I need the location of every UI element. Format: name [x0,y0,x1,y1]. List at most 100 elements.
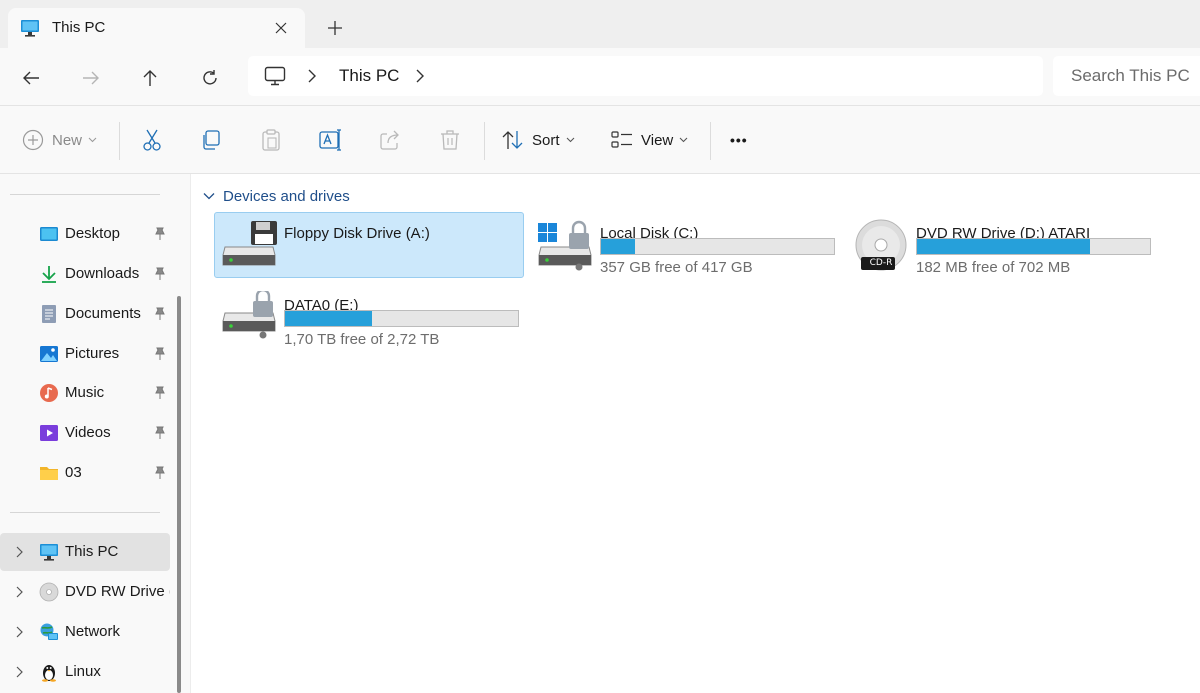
cut-button[interactable] [141,128,163,152]
chevron-right-icon[interactable] [14,586,24,598]
music-icon [40,384,58,402]
sidebar-item-network[interactable]: Network [0,613,170,651]
share-button[interactable] [379,128,401,152]
drive-name: Floppy Disk Drive (A:) [284,225,430,242]
chevron-down-icon [679,137,688,143]
pin-icon[interactable] [152,267,166,281]
copy-button[interactable] [200,128,222,152]
address-bar[interactable]: This PC [248,56,1043,96]
refresh-icon [203,70,217,85]
drive-tile-dvd-d[interactable]: CD-R DVD RW Drive (D:) ATARI 182 MB free… [846,212,1156,278]
sidebar-scrollbar-thumb[interactable] [177,296,181,693]
sidebar-item-label: This PC [65,543,119,560]
sidebar-item-documents[interactable]: Documents [0,295,170,333]
navigation-bar: This PC Search This PC [0,48,1200,106]
tab-this-pc[interactable]: This PC [8,8,305,48]
computer-icon [40,544,58,561]
new-button-label: New [52,131,83,149]
pin-icon[interactable] [152,386,166,400]
chevron-right-icon[interactable] [414,69,426,83]
search-input[interactable]: Search This PC [1071,66,1190,86]
command-bar: New Sort View ••• [0,106,1200,174]
chevron-right-icon[interactable] [306,69,318,83]
pin-icon[interactable] [152,426,166,440]
pin-icon[interactable] [152,307,166,321]
title-bar: This PC [0,0,1200,48]
up-button[interactable] [136,64,164,92]
sidebar-item-downloads[interactable]: Downloads [0,255,170,293]
forward-button[interactable] [77,64,105,92]
arrow-left-icon [23,71,39,85]
drive-usage-fill [601,239,635,254]
linux-icon [42,665,56,682]
sidebar-item-linux[interactable]: Linux [0,653,170,691]
rename-icon [319,129,341,151]
close-tab-button[interactable] [270,17,292,39]
monitor-icon [264,66,286,86]
arrow-up-icon [143,70,157,86]
sort-button-label: Sort [532,131,560,149]
devices-and-drives-header[interactable]: Devices and drives [203,186,350,206]
drive-free-space: 357 GB free of 417 GB [600,259,753,276]
rename-button[interactable] [319,128,343,152]
search-box[interactable]: Search This PC [1053,56,1200,96]
sort-icon [502,131,523,149]
sort-button[interactable]: Sort [502,128,575,152]
pin-icon[interactable] [152,227,166,241]
back-button[interactable] [17,64,45,92]
folder-icon [40,467,58,480]
drive-free-space: 1,70 TB free of 2,72 TB [284,331,440,348]
toolbar-separator [119,122,120,160]
new-tab-button[interactable] [323,16,347,40]
paste-button[interactable] [260,128,282,152]
sidebar-item-label: Music [65,384,105,401]
computer-icon [21,20,39,37]
drive-free-space: 182 MB free of 702 MB [916,259,1071,276]
copy-icon [203,130,220,150]
drive-tile-data0-e[interactable]: DATA0 (E:) 1,70 TB free of 2,72 TB [214,284,524,350]
desktop-icon [40,227,58,241]
delete-button[interactable] [439,128,461,152]
sidebar-item-label: Desktop [65,225,121,242]
pin-icon[interactable] [152,466,166,480]
drive-usage-bar [916,238,1151,255]
videos-icon [40,425,58,441]
documents-icon [42,305,56,323]
breadcrumb-this-pc[interactable]: This PC [339,66,399,86]
plus-icon [328,21,342,35]
more-icon: ••• [730,132,748,148]
sidebar-item-label: Videos [65,424,111,441]
sidebar-divider [10,512,160,513]
pane-divider[interactable] [190,174,191,693]
chevron-right-icon[interactable] [14,666,24,678]
pin-icon[interactable] [152,347,166,361]
sidebar-item-pictures[interactable]: Pictures [0,335,170,373]
sidebar-item-videos[interactable]: Videos [0,414,170,452]
more-options-button[interactable]: ••• [730,128,748,152]
sidebar-item-desktop[interactable]: Desktop [0,215,170,253]
drive-tile-floppy[interactable]: Floppy Disk Drive (A:) [214,212,524,278]
sidebar-divider [10,194,160,195]
sidebar-item-dvd-drive[interactable]: DVD RW Drive ( [0,573,170,611]
sidebar-item-music[interactable]: Music [0,374,170,412]
sidebar-scrollbar-track[interactable] [172,174,190,693]
tab-title: This PC [52,19,106,36]
view-button-label: View [641,131,674,149]
toolbar-separator [710,122,711,160]
disc-label: CD-R [869,258,893,268]
trash-icon [441,130,459,150]
sidebar-item-this-pc[interactable]: This PC [0,533,170,571]
chevron-right-icon[interactable] [14,546,24,558]
floppy-drive-icon [222,221,277,266]
drive-tile-local-disk-c[interactable]: Local Disk (C:) 357 GB free of 417 GB [530,212,840,278]
refresh-button[interactable] [196,64,224,92]
toolbar-separator [484,122,485,160]
chevron-right-icon[interactable] [14,626,24,638]
downloads-icon [42,266,56,283]
view-button[interactable]: View [611,128,688,152]
sidebar-item-folder-03[interactable]: 03 [0,454,170,492]
section-title: Devices and drives [223,187,350,205]
network-icon [40,623,58,640]
new-button[interactable]: New [22,128,97,152]
close-icon [275,22,287,34]
